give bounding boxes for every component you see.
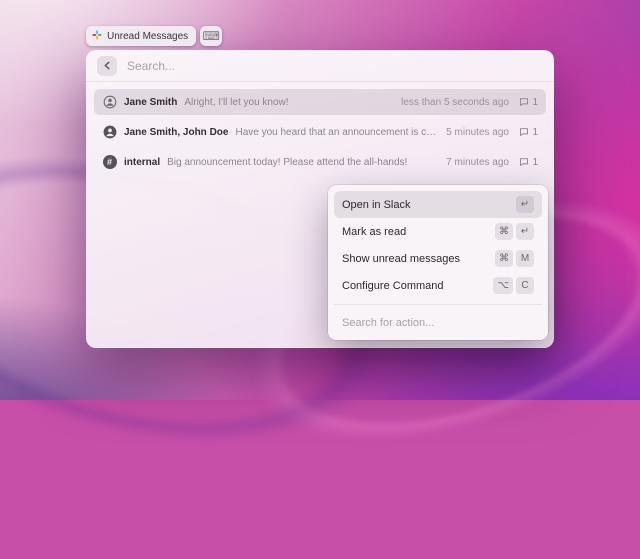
action-mark-as-read[interactable]: Mark as read ⌘ ↵: [334, 218, 542, 245]
action-search-footer: [334, 304, 542, 340]
person-circle-filled-icon: [102, 125, 117, 140]
command-key: ⌘: [495, 223, 513, 240]
chat-bubble-icon: [519, 127, 529, 137]
chat-bubble-icon: [519, 157, 529, 167]
message-count-badge: 1: [516, 127, 538, 138]
message-count: 1: [532, 97, 538, 108]
message-count-badge: 1: [516, 97, 538, 108]
action-show-unread-messages[interactable]: Show unread messages ⌘ M: [334, 245, 542, 272]
message-title: internal: [124, 157, 160, 168]
message-title: Jane Smith, John Doe: [124, 127, 228, 138]
action-search-input[interactable]: [342, 317, 534, 329]
message-preview: Alright, I'll let you know!: [184, 97, 394, 108]
command-pill-label: Unread Messages: [107, 31, 188, 42]
action-label: Open in Slack: [342, 199, 410, 211]
list-item-internal-channel[interactable]: # internal Big announcement today! Pleas…: [94, 149, 546, 175]
person-circle-icon: [102, 95, 117, 110]
search-header: [86, 50, 554, 82]
c-key: C: [516, 277, 534, 294]
chat-bubble-icon: [519, 97, 529, 107]
action-panel: Open in Slack ↵ Mark as read ⌘ ↵ Show un…: [328, 185, 548, 340]
chevron-left-icon: [103, 61, 112, 70]
search-input[interactable]: [127, 59, 543, 73]
return-key: ↵: [516, 196, 534, 213]
message-count: 1: [532, 127, 538, 138]
shortcut-keys: ⌘ ↵: [495, 223, 534, 240]
list-item-jane-smith-john-doe[interactable]: Jane Smith, John Doe Have you heard that…: [94, 119, 546, 145]
command-pill: Unread Messages ⌨: [86, 26, 222, 46]
action-open-in-slack[interactable]: Open in Slack ↵: [334, 191, 542, 218]
hotkey-badge[interactable]: ⌨: [200, 26, 222, 46]
hash-circle-icon: #: [102, 155, 117, 170]
message-title: Jane Smith: [124, 97, 177, 108]
unread-message-list: Jane Smith Alright, I'll let you know! l…: [86, 82, 554, 175]
launcher-window: Jane Smith Alright, I'll let you know! l…: [86, 50, 554, 348]
option-key: ⌥: [493, 277, 513, 294]
return-key: ↵: [516, 223, 534, 240]
shortcut-keys: ⌘ M: [495, 250, 534, 267]
message-count-badge: 1: [516, 157, 538, 168]
message-time: 7 minutes ago: [446, 157, 509, 168]
keyboard-icon: ⌨: [202, 29, 219, 43]
action-label: Configure Command: [342, 280, 444, 292]
action-label: Show unread messages: [342, 253, 460, 265]
message-time: 5 minutes ago: [446, 127, 509, 138]
m-key: M: [516, 250, 534, 267]
message-time: less than 5 seconds ago: [401, 97, 509, 108]
command-pill-label-container[interactable]: Unread Messages: [86, 26, 196, 46]
slack-icon: [92, 30, 102, 43]
message-count: 1: [532, 157, 538, 168]
back-button[interactable]: [97, 56, 117, 76]
list-item-jane-smith[interactable]: Jane Smith Alright, I'll let you know! l…: [94, 89, 546, 115]
command-key: ⌘: [495, 250, 513, 267]
message-preview: Big announcement today! Please attend th…: [167, 157, 439, 168]
shortcut-keys: ⌥ C: [493, 277, 534, 294]
action-label: Mark as read: [342, 226, 406, 238]
message-preview: Have you heard that an announcement is c…: [235, 127, 439, 138]
action-configure-command[interactable]: Configure Command ⌥ C: [334, 272, 542, 299]
shortcut-keys: ↵: [516, 196, 534, 213]
